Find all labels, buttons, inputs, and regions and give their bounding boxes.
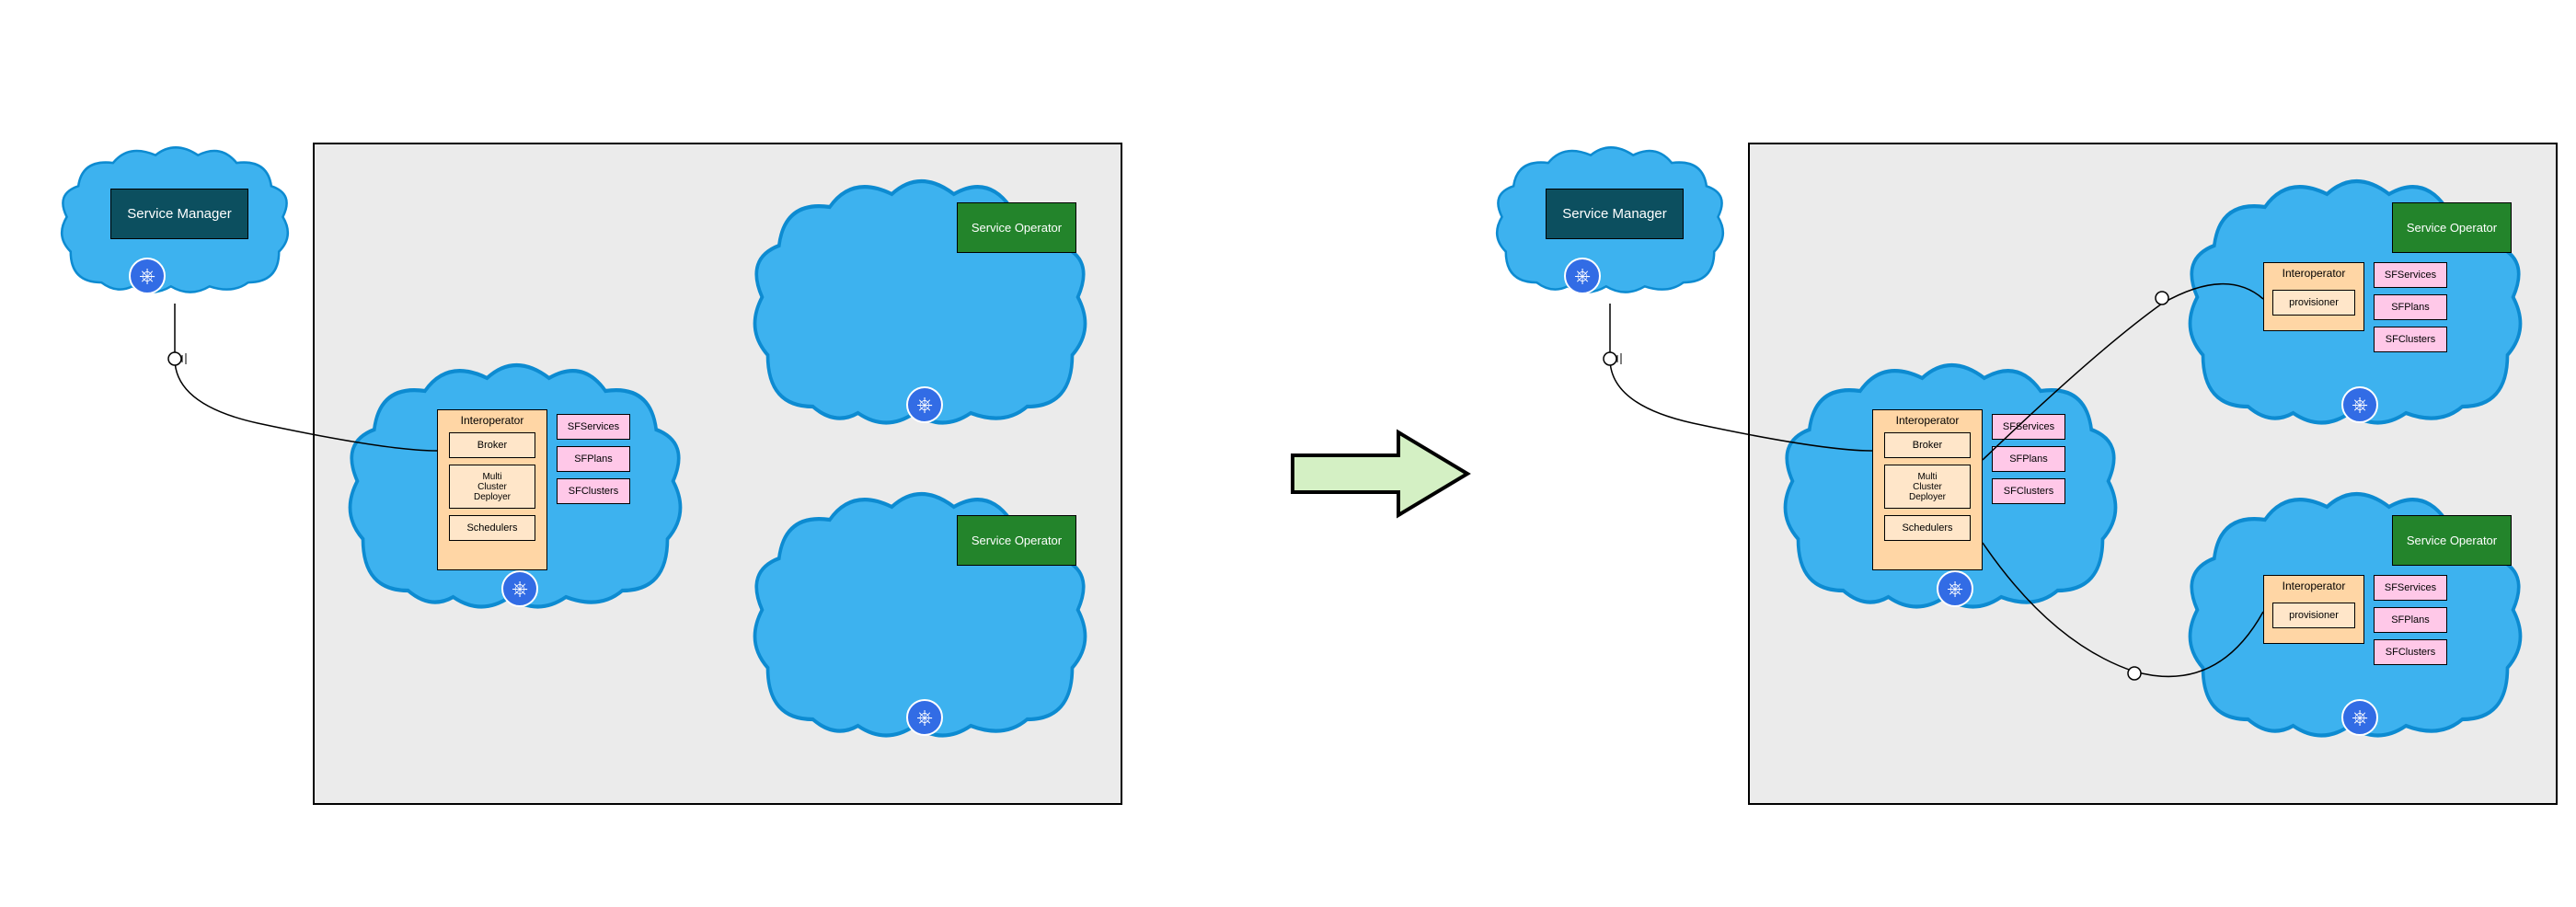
sfplans-box: SFPlans: [2374, 294, 2447, 320]
mcd-label: Multi Cluster Deployer: [474, 472, 511, 502]
mcd-box: Multi Cluster Deployer: [449, 465, 535, 509]
interoperator-label: Interoperator: [2283, 267, 2346, 280]
service-manager-cloud-left: Service Manager ⎈: [55, 138, 294, 304]
provisioner-box: provisioner: [2272, 290, 2355, 316]
interoperator-label: Interoperator: [461, 414, 524, 427]
provisioner-box: provisioner: [2272, 603, 2355, 628]
interoperator-cloud-right: Interoperator Broker Multi Cluster Deplo…: [1776, 359, 2125, 616]
provisioner-label: provisioner: [2289, 610, 2339, 621]
sfplans-label: SFPlans: [2391, 614, 2430, 626]
k8s-icon: ⎈: [2341, 386, 2378, 423]
k8s-icon: ⎈: [501, 570, 538, 607]
interoperator-cloud-left: Interoperator Broker Multi Cluster Deplo…: [340, 359, 690, 616]
sfplans-label: SFPlans: [574, 454, 613, 465]
service-operator-label: Service Operator: [972, 534, 1062, 547]
sfservices-box: SFServices: [2374, 575, 2447, 601]
sfclusters-box: SFClusters: [1992, 478, 2065, 504]
sfclusters-label: SFClusters: [2386, 334, 2435, 345]
sfclusters-box: SFClusters: [2374, 639, 2447, 665]
worker-cloud-2-left: Service Operator ⎈: [745, 488, 1095, 745]
k8s-icon: ⎈: [2341, 699, 2378, 736]
sfclusters-label: SFClusters: [2386, 647, 2435, 658]
diagram-canvas: Service Manager ⎈ Interoperator Broker M…: [0, 0, 2576, 907]
interoperator-label: Interoperator: [2283, 580, 2346, 592]
sfplans-box: SFPlans: [557, 446, 630, 472]
service-manager-label: Service Manager: [1562, 206, 1666, 222]
sfservices-box: SFServices: [1992, 414, 2065, 440]
worker-cloud-1-right: Service Operator Interoperator provision…: [2180, 175, 2530, 432]
k8s-icon: ⎈: [1564, 258, 1601, 294]
sfplans-label: SFPlans: [2009, 454, 2048, 465]
schedulers-box: Schedulers: [1884, 515, 1971, 541]
sfservices-label: SFServices: [568, 421, 619, 432]
mcd-box: Multi Cluster Deployer: [1884, 465, 1971, 509]
provisioner-label: provisioner: [2289, 297, 2339, 308]
service-operator-box: Service Operator: [957, 202, 1076, 253]
sfservices-label: SFServices: [2385, 582, 2436, 593]
service-operator-box: Service Operator: [2392, 202, 2512, 253]
schedulers-box: Schedulers: [449, 515, 535, 541]
service-operator-box: Service Operator: [2392, 515, 2512, 566]
transition-arrow: [1288, 423, 1472, 529]
sfservices-box: SFServices: [2374, 262, 2447, 288]
broker-box: Broker: [1884, 432, 1971, 458]
k8s-icon: ⎈: [906, 386, 943, 423]
schedulers-label: Schedulers: [466, 522, 517, 534]
sfclusters-box: SFClusters: [557, 478, 630, 504]
sfplans-box: SFPlans: [1992, 446, 2065, 472]
broker-box: Broker: [449, 432, 535, 458]
sfplans-box: SFPlans: [2374, 607, 2447, 633]
service-operator-label: Service Operator: [972, 221, 1062, 235]
sfservices-label: SFServices: [2385, 270, 2436, 281]
broker-label: Broker: [477, 440, 507, 451]
sfservices-box: SFServices: [557, 414, 630, 440]
sfclusters-box: SFClusters: [2374, 327, 2447, 352]
service-manager-box: Service Manager: [1546, 189, 1684, 239]
sfservices-label: SFServices: [2003, 421, 2054, 432]
mcd-label: Multi Cluster Deployer: [1909, 472, 1946, 502]
broker-label: Broker: [1913, 440, 1942, 451]
k8s-icon: ⎈: [906, 699, 943, 736]
service-operator-box: Service Operator: [957, 515, 1076, 566]
sfclusters-label: SFClusters: [2004, 486, 2053, 497]
k8s-icon: ⎈: [129, 258, 166, 294]
service-manager-cloud-right: Service Manager ⎈: [1490, 138, 1730, 304]
worker-cloud-1-left: Service Operator ⎈: [745, 175, 1095, 432]
service-operator-label: Service Operator: [2407, 534, 2497, 547]
k8s-icon: ⎈: [1937, 570, 1973, 607]
service-manager-label: Service Manager: [127, 206, 231, 222]
service-operator-label: Service Operator: [2407, 221, 2497, 235]
worker-cloud-2-right: Service Operator Interoperator provision…: [2180, 488, 2530, 745]
sfclusters-label: SFClusters: [569, 486, 618, 497]
arrow-icon: [1288, 423, 1472, 524]
service-manager-box: Service Manager: [110, 189, 248, 239]
schedulers-label: Schedulers: [1902, 522, 1952, 534]
interoperator-label: Interoperator: [1896, 414, 1960, 427]
sfplans-label: SFPlans: [2391, 302, 2430, 313]
